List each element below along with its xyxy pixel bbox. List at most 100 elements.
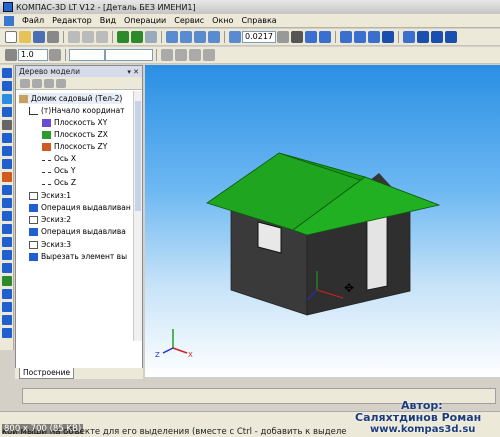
tree-item-extrude-2[interactable]: Операция выдавлива [29, 226, 126, 237]
local-cs-icon[interactable] [161, 49, 173, 61]
measure-icon[interactable] [2, 120, 12, 130]
paste-icon[interactable] [96, 31, 108, 43]
tree-item-extrude-1[interactable]: Операция выдавливан [29, 202, 131, 213]
tree-structure-icon[interactable] [20, 78, 30, 88]
zoom-window-icon[interactable] [166, 31, 178, 43]
tree-item-part[interactable]: Домик садовый (Тел-2) [19, 93, 123, 104]
document-icon[interactable] [4, 15, 14, 26]
snap-settings-icon[interactable] [203, 49, 215, 61]
tab-build[interactable]: Построение [19, 368, 75, 379]
array-icon[interactable] [2, 146, 12, 156]
standard-toolbar: 0.0217 [0, 29, 500, 46]
zoom-in-icon[interactable] [180, 31, 192, 43]
layer-field[interactable] [69, 49, 105, 61]
editing-icon[interactable] [2, 68, 12, 78]
copy-icon[interactable] [82, 31, 94, 43]
menu-view[interactable]: Вид [96, 16, 120, 25]
tree-item-axis-x[interactable]: Ось X [42, 153, 76, 164]
notation-icon[interactable] [2, 224, 12, 234]
tree-item-cut[interactable]: Вырезать элемент вы [29, 251, 127, 262]
rotate-icon[interactable] [305, 31, 317, 43]
tree-item-axis-z[interactable]: Ось Z [42, 177, 76, 188]
macro-icon[interactable] [2, 302, 12, 312]
menu-window[interactable]: Окно [208, 16, 237, 25]
layers-icon[interactable] [445, 31, 457, 43]
current-state-toolbar: 1.0 [0, 47, 500, 64]
auxiliary-geometry-icon[interactable] [2, 107, 12, 117]
tree-item-plane-zx[interactable]: Плоскость ZX [42, 129, 108, 140]
dimensions-icon[interactable] [2, 211, 12, 221]
cut-icon[interactable] [68, 31, 80, 43]
orthogonal-icon[interactable] [189, 49, 201, 61]
open-file-icon[interactable] [19, 31, 31, 43]
house-model: ✥ Z X [155, 152, 441, 359]
grid-icon[interactable] [5, 49, 17, 61]
redo-icon[interactable] [131, 31, 143, 43]
zoom-out-icon[interactable] [194, 31, 206, 43]
tree-item-sketch-1[interactable]: Эскиз:1 [29, 190, 71, 201]
print-icon[interactable] [47, 31, 59, 43]
menu-editor[interactable]: Редактор [48, 16, 96, 25]
zoom-scale-icon[interactable] [229, 31, 241, 43]
menu-file[interactable]: Файл [18, 16, 48, 25]
wireframe-icon[interactable] [340, 31, 352, 43]
model-tree-panel: Дерево модели ▾ ✕ Домик садовый (Тел-2) … [15, 65, 143, 377]
separator [224, 31, 225, 43]
undo-icon[interactable] [117, 31, 129, 43]
zoom-scale-field[interactable]: 0.0217 [242, 31, 276, 43]
sheet-metal-icon[interactable] [2, 237, 12, 247]
spec-icon[interactable] [2, 172, 12, 182]
filters-icon[interactable] [2, 159, 12, 169]
save-icon[interactable] [33, 31, 45, 43]
tree-icon[interactable] [431, 31, 443, 43]
new-file-icon[interactable] [5, 31, 17, 43]
selection-icon[interactable] [2, 289, 12, 299]
sketch-icon [29, 240, 38, 249]
render-icon[interactable] [2, 276, 12, 286]
scrollbar-thumb[interactable] [135, 101, 141, 211]
hidden-lines-icon[interactable] [354, 31, 366, 43]
dropdown-arrow-icon[interactable] [49, 49, 61, 61]
assembly-icon[interactable] [2, 328, 12, 338]
tree-scrollbar[interactable] [133, 91, 142, 341]
tree-item-plane-xy[interactable]: Плоскость XY [42, 117, 107, 128]
menu-operations[interactable]: Операции [120, 16, 170, 25]
style-field[interactable] [105, 49, 153, 61]
properties-icon[interactable] [145, 31, 157, 43]
dropdown-arrow-icon[interactable] [277, 31, 289, 43]
cursor-icon: ✥ [344, 281, 354, 295]
elements-icon[interactable] [2, 198, 12, 208]
diagnostics-icon[interactable] [2, 250, 12, 260]
plane-xy-icon [42, 118, 51, 127]
extrude-icon[interactable] [2, 81, 12, 91]
perspective-icon[interactable] [403, 31, 415, 43]
sketch-icon[interactable] [2, 94, 12, 104]
library-icon[interactable] [2, 263, 12, 273]
menu-service[interactable]: Сервис [170, 16, 208, 25]
reports-icon[interactable] [2, 185, 12, 195]
shaded-icon[interactable] [368, 31, 380, 43]
attributes-icon[interactable] [2, 315, 12, 325]
pan-icon[interactable] [291, 31, 303, 43]
tree-filter-icon[interactable] [56, 78, 66, 88]
cursor-step-field[interactable]: 1.0 [18, 49, 48, 61]
shaded-edges-icon[interactable] [382, 31, 394, 43]
plane-zx-icon [42, 130, 51, 139]
title-bar: КОМПАС-3D LT V12 - [Деталь БЕЗ ИМЕНИ1] [0, 0, 500, 14]
snap-icon[interactable] [175, 49, 187, 61]
tree-item-sketch-2[interactable]: Эскиз:2 [29, 214, 71, 225]
pin-close-icons[interactable]: ▾ ✕ [127, 68, 142, 76]
tree-order-icon[interactable] [32, 78, 42, 88]
orientation-icon[interactable] [319, 31, 331, 43]
tree-item-axis-y[interactable]: Ось Y [42, 165, 75, 176]
surfaces-icon[interactable] [2, 133, 12, 143]
tree-item-sketch-3[interactable]: Эскиз:3 [29, 239, 71, 250]
tree-item-origin[interactable]: (т)Начало координат [29, 105, 125, 116]
tree-sort-icon[interactable] [44, 78, 54, 88]
zoom-all-icon[interactable] [208, 31, 220, 43]
tree-item-plane-zy[interactable]: Плоскость ZY [42, 141, 107, 152]
visibility-icon[interactable] [417, 31, 429, 43]
model-viewport[interactable]: ✥ Z X [145, 65, 500, 377]
menu-help[interactable]: Справка [237, 16, 280, 25]
watermark-author-name: Саляхтдинов Роман [355, 411, 482, 424]
